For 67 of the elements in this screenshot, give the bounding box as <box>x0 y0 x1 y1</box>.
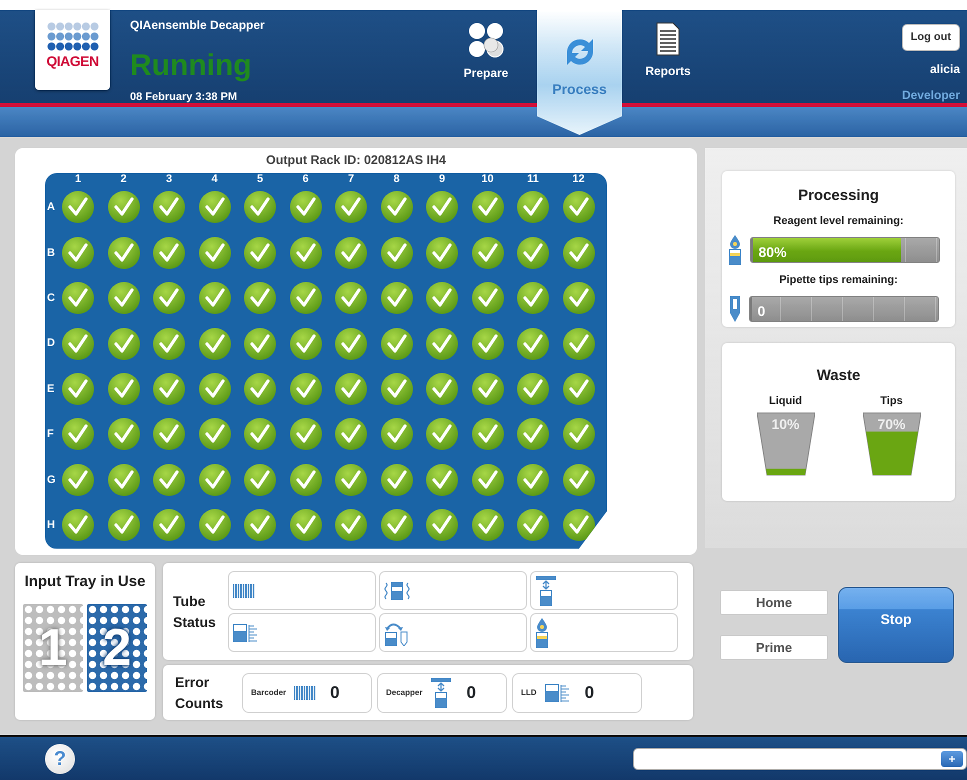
add-button[interactable]: + <box>941 750 963 766</box>
row-letter: D <box>47 336 56 352</box>
error-count: 0 <box>584 682 594 704</box>
error-label: Decapper <box>386 686 422 698</box>
level-gauge-icon <box>232 624 259 642</box>
column-number: 4 <box>210 172 219 186</box>
command-input-field[interactable] <box>633 748 967 770</box>
waste-title: Waste <box>816 366 860 386</box>
meter-label: Reagent level remaining: <box>773 214 904 228</box>
row-letter: F <box>47 427 55 442</box>
tube-status-title: Tube Status <box>173 592 217 632</box>
processing-title: Processing <box>798 186 879 206</box>
column-number: 11 <box>526 172 540 186</box>
column-number: 12 <box>571 172 586 186</box>
meter-label: Pipette tips remaining: <box>779 273 898 288</box>
reagent-drop-icon <box>534 618 549 648</box>
column-number: 3 <box>164 172 174 186</box>
date-time: 08 February 3:38 PM <box>130 90 237 105</box>
run-status: Running <box>130 51 252 81</box>
column-number: 9 <box>438 172 446 186</box>
decapper-icon <box>430 678 452 708</box>
pipette-tip-icon <box>728 294 740 322</box>
bin-label: Tips <box>880 394 903 408</box>
column-number: 7 <box>346 172 356 186</box>
user-name: alicia <box>930 60 960 78</box>
row-letter: A <box>47 200 56 216</box>
app-title: QIAensemble Decapper <box>130 17 265 34</box>
row-letter: C <box>47 290 56 306</box>
rack-title: Output Rack ID: 020812AS IH4 <box>266 152 446 169</box>
action-button[interactable]: Home <box>720 590 828 615</box>
logo-text: QIAGEN <box>46 54 99 68</box>
logout-button[interactable]: Log out <box>902 24 960 50</box>
document-icon <box>656 22 680 56</box>
meter-reading: 0 <box>758 302 766 320</box>
barcode-icon <box>294 686 316 700</box>
tube-shake-icon <box>384 580 410 600</box>
error-label: LLD <box>521 686 537 698</box>
decapper-icon <box>534 576 557 606</box>
bin-reading: 10% <box>770 415 801 434</box>
meter-reading: 80% <box>758 243 787 262</box>
nav-tab[interactable]: Reports <box>633 10 703 90</box>
nav-tab[interactable]: Prepare <box>451 10 521 90</box>
error-count: 0 <box>330 682 340 704</box>
bin-reading: 70% <box>876 415 907 434</box>
action-button[interactable]: Prime <box>720 635 828 660</box>
error-counts-title: Error Counts <box>175 672 224 712</box>
stop-button[interactable]: Stop <box>838 587 954 663</box>
error-count: 0 <box>466 682 476 704</box>
bin-label: Liquid <box>769 394 802 408</box>
row-letter: H <box>47 518 56 533</box>
level-gauge-icon <box>544 684 571 702</box>
row-letter: G <box>47 472 57 488</box>
barcode-icon <box>232 584 255 598</box>
row-letter: E <box>47 382 56 397</box>
column-number: 10 <box>480 172 495 186</box>
tray-title: Input Tray in Use <box>24 572 146 592</box>
error-label: Barcoder <box>251 686 286 698</box>
row-letter: B <box>47 246 56 261</box>
column-number: 5 <box>256 172 264 186</box>
column-number: 6 <box>301 172 310 186</box>
column-number: 8 <box>392 172 401 186</box>
column-number: 1 <box>74 172 82 186</box>
circles-icon <box>468 22 504 58</box>
column-number: 2 <box>119 172 128 186</box>
logo-dots-icon <box>46 22 98 52</box>
reagent-drop-icon <box>728 235 742 265</box>
user-role: Developer <box>902 86 960 104</box>
